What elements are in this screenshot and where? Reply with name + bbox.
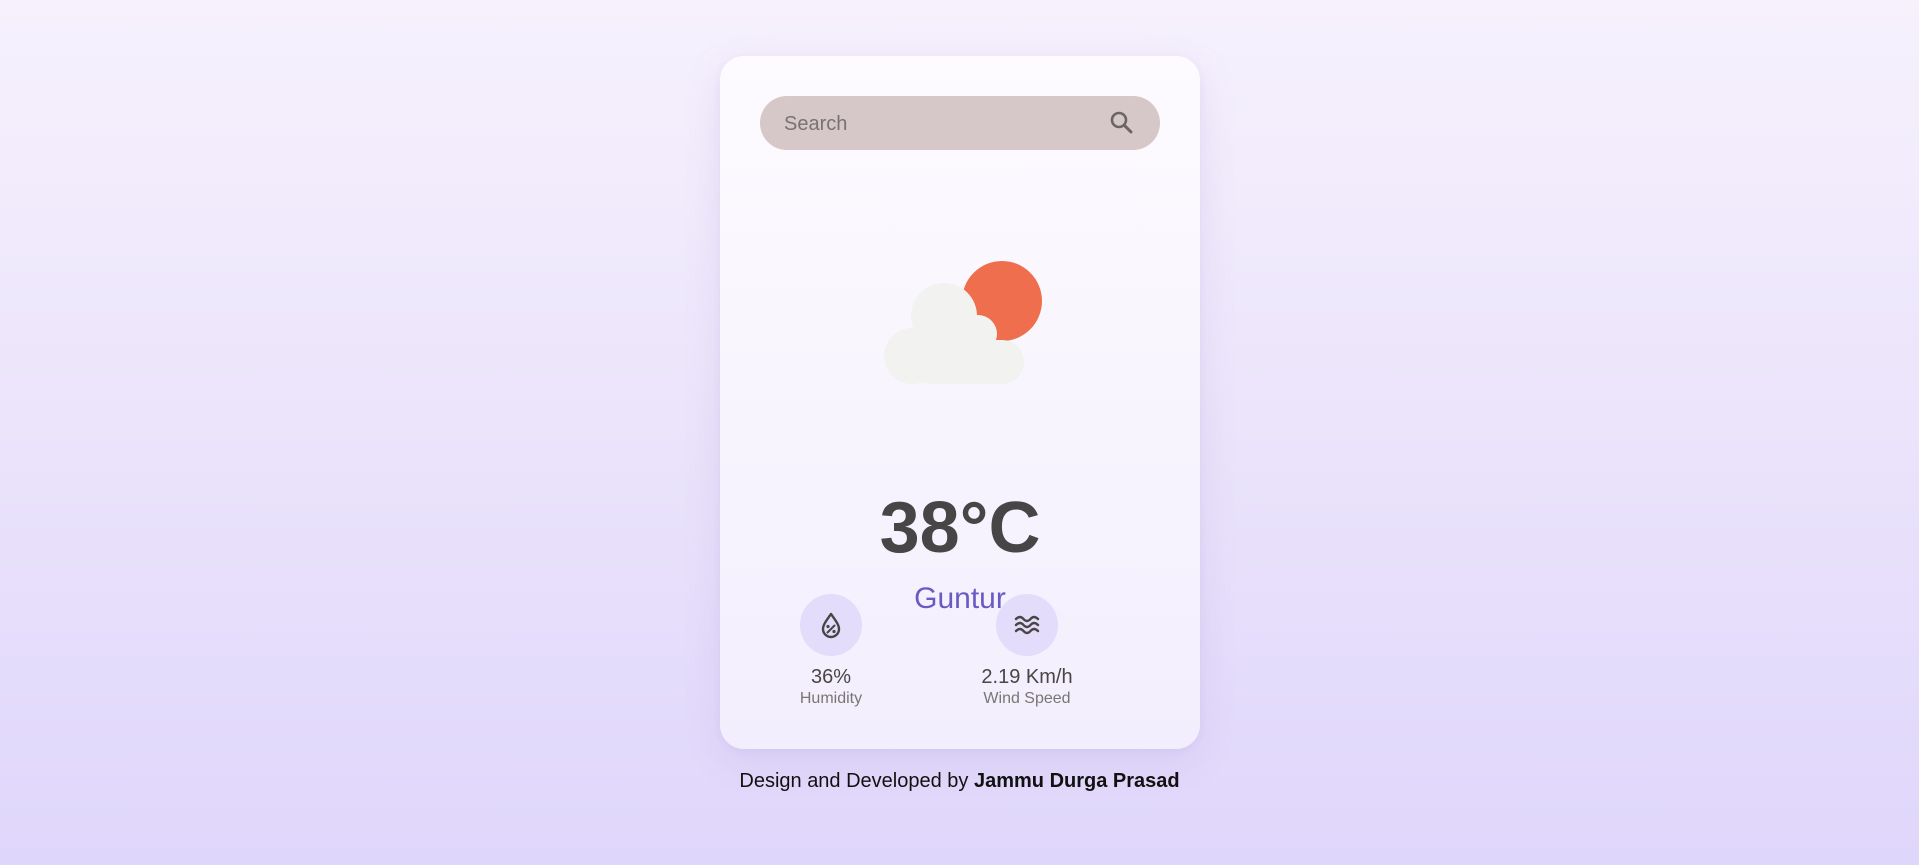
search-bar [760,96,1160,152]
wind-waves-icon [1014,615,1040,635]
wind-speed-label: Wind Speed [983,690,1071,707]
wind-stat: 2.19 Km/h Wind Speed [937,594,1117,708]
humidity-drop-icon [821,612,841,639]
partly-cloudy-icon [880,256,1050,396]
wind-icon-badge [996,594,1058,656]
humidity-icon-badge [800,594,862,656]
search-icon [1110,111,1133,134]
weather-card: 38°C Guntur 36% Humidity 2.19 Km/h Wind … [720,56,1200,749]
search-button[interactable] [1106,107,1138,139]
temperature: 38°C [879,488,1041,568]
humidity-value: 36% [810,666,852,688]
footer-author: Jammu Durga Prasad [973,770,1180,792]
search-input[interactable] [782,96,1106,152]
humidity-label: Humidity [799,690,863,707]
wind-speed-value: 2.19 Km/h [981,666,1073,688]
footer-prefix: Design and Developed by [739,770,974,792]
footer-credit: Design and Developed by Jammu Durga Pras… [0,770,1919,793]
humidity-stat: 36% Humidity [741,594,921,708]
